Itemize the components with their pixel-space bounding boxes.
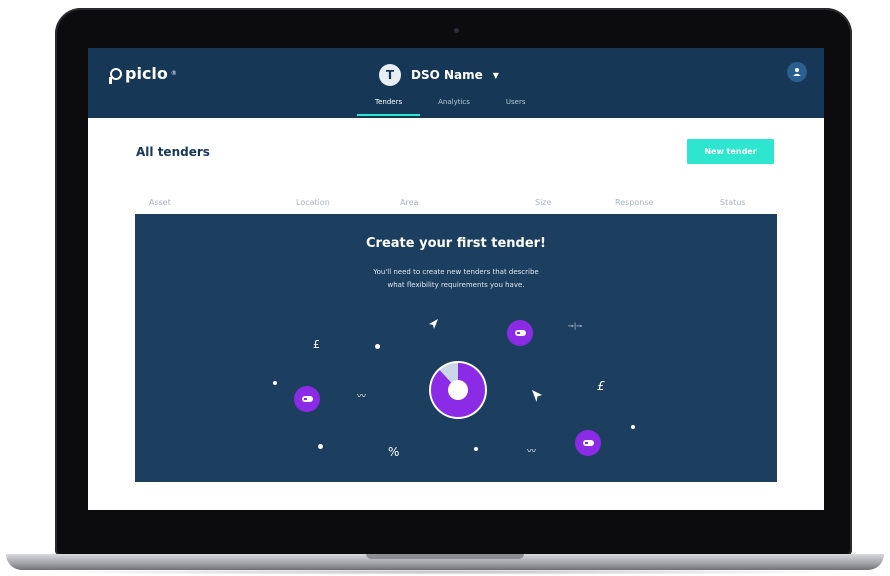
cursor-arrow-icon	[429, 319, 438, 329]
main-tabs: Tenders Analytics Users	[357, 98, 544, 116]
empty-state-illustration: £ £ % ⊸|⊸ 〰 〰	[135, 214, 777, 482]
column-header-status[interactable]: Status	[720, 198, 746, 207]
column-header-size[interactable]: Size	[535, 198, 551, 207]
sliders-icon: ⊸|⊸	[568, 322, 583, 330]
decorative-dot	[273, 381, 277, 385]
tab-tenders[interactable]: Tenders	[357, 98, 421, 116]
tab-users[interactable]: Users	[488, 98, 544, 114]
decorative-dot	[474, 447, 478, 451]
tab-analytics[interactable]: Analytics	[420, 98, 488, 114]
pound-icon: £	[597, 379, 605, 393]
logo-text: piclo	[125, 64, 168, 83]
donut-chart-icon	[429, 361, 487, 419]
chevron-down-icon: ▼	[492, 70, 499, 80]
battery-badge-icon	[507, 320, 533, 346]
decorative-dot	[375, 344, 380, 349]
battery-badge-icon	[294, 386, 320, 412]
laptop-notch	[366, 554, 524, 559]
percent-icon: %	[388, 445, 400, 459]
organization-avatar: T	[379, 64, 401, 86]
piclo-logo-icon	[109, 67, 122, 84]
user-menu-button[interactable]	[787, 62, 807, 82]
trend-icon: 〰	[527, 447, 537, 457]
column-header-asset[interactable]: Asset	[149, 198, 171, 207]
cursor-arrow-icon	[532, 390, 542, 402]
trend-icon: 〰	[357, 392, 367, 402]
logo-registered-mark: ®	[170, 70, 177, 77]
laptop-shadow	[30, 569, 860, 575]
camera-icon	[454, 28, 459, 33]
app-screen: piclo ® T DSO Name ▼ Tenders Analytics U…	[88, 48, 824, 510]
column-header-area[interactable]: Area	[400, 198, 418, 207]
pound-icon: £	[313, 338, 320, 351]
empty-state-panel: Create your first tender! You'll need to…	[135, 214, 777, 482]
page-title: All tenders	[136, 145, 210, 159]
decorative-dot	[631, 425, 635, 429]
organization-switcher[interactable]: T DSO Name ▼	[379, 64, 499, 86]
top-navigation-bar: piclo ® T DSO Name ▼ Tenders Analytics U…	[88, 48, 824, 118]
organization-name: DSO Name	[411, 68, 483, 82]
column-header-location[interactable]: Location	[296, 198, 330, 207]
user-icon	[793, 68, 801, 76]
decorative-dot	[318, 444, 323, 449]
battery-badge-icon	[575, 430, 601, 456]
piclo-logo[interactable]: piclo ®	[109, 64, 177, 84]
column-header-response[interactable]: Response	[615, 198, 653, 207]
new-tender-button[interactable]: New tender	[687, 139, 774, 164]
